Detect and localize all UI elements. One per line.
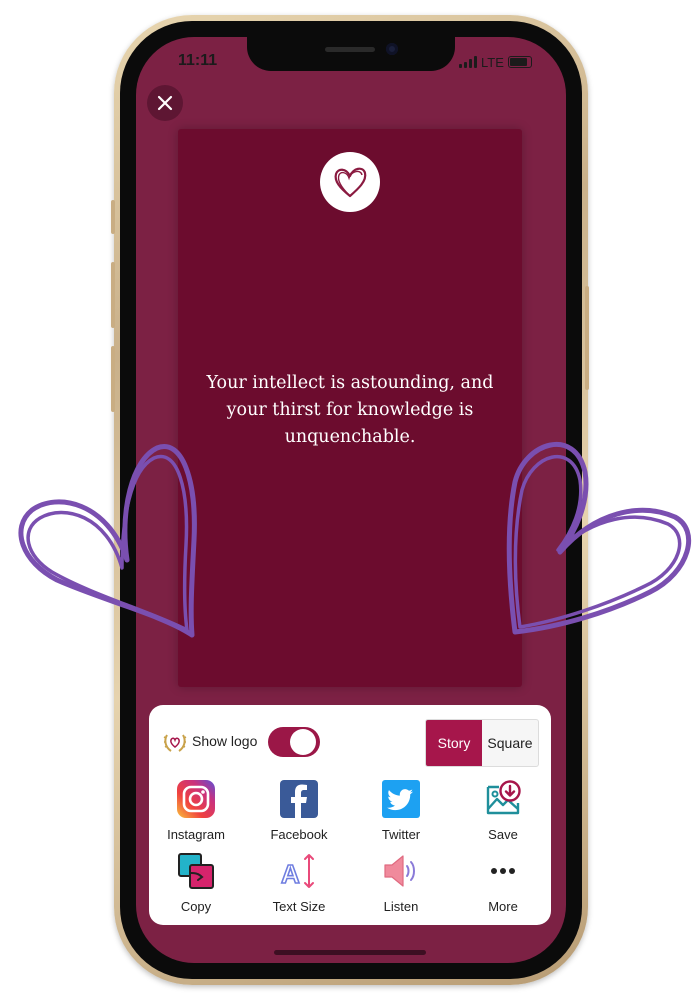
instagram-label: Instagram <box>167 827 225 842</box>
text-size-icon: A <box>280 854 314 890</box>
format-selector: Story Square <box>425 719 539 767</box>
twitter-label: Twitter <box>381 827 421 842</box>
copy-button[interactable]: Copy <box>151 851 241 914</box>
text-size-button[interactable]: A Text Size <box>254 851 344 914</box>
laurel-heart-icon <box>163 734 187 752</box>
quote-text: Your intellect is astounding, and your t… <box>206 373 494 447</box>
copy-icon <box>178 853 214 889</box>
copy-label: Copy <box>180 899 212 914</box>
speaker-icon <box>384 855 415 887</box>
phone-mute-switch <box>111 200 115 234</box>
save-icon <box>486 780 521 815</box>
phone-power-button <box>585 286 589 390</box>
save-label: Save <box>488 827 518 842</box>
notch <box>247 37 455 71</box>
twitter-icon <box>382 780 420 818</box>
signal-icon <box>459 56 477 68</box>
front-camera <box>386 43 398 55</box>
doodle-heart-right <box>506 441 692 635</box>
listen-button[interactable]: Listen <box>356 851 446 914</box>
instagram-button[interactable]: Instagram <box>151 779 241 842</box>
status-time: 11:11 <box>178 52 218 69</box>
close-icon <box>157 95 173 111</box>
doodle-heart-left <box>18 444 197 638</box>
phone-volume-up <box>111 262 115 328</box>
format-square-button[interactable]: Square <box>482 720 538 766</box>
listen-label: Listen <box>383 899 419 914</box>
status-indicators: LTE <box>459 54 532 70</box>
format-story-button[interactable]: Story <box>426 720 482 766</box>
more-icon <box>491 868 515 874</box>
facebook-icon <box>280 780 318 818</box>
home-indicator <box>274 950 426 955</box>
svg-text:A: A <box>281 859 300 889</box>
earpiece <box>325 47 375 52</box>
show-logo-label: Show logo <box>192 733 258 749</box>
facebook-label: Facebook <box>270 827 328 842</box>
instagram-icon <box>177 780 215 818</box>
battery-icon <box>507 56 532 68</box>
toggle-knob <box>290 729 316 755</box>
card-logo <box>320 152 380 212</box>
save-button[interactable]: Save <box>458 779 548 842</box>
phone-volume-down <box>111 346 115 412</box>
heart-logo-icon <box>334 167 367 198</box>
more-label: More <box>488 899 518 914</box>
network-type: LTE <box>481 54 504 70</box>
text-size-label: Text Size <box>272 899 326 914</box>
close-button[interactable] <box>147 85 183 121</box>
facebook-button[interactable]: Facebook <box>254 779 344 842</box>
twitter-button[interactable]: Twitter <box>356 779 446 842</box>
more-button[interactable]: More <box>458 851 548 914</box>
